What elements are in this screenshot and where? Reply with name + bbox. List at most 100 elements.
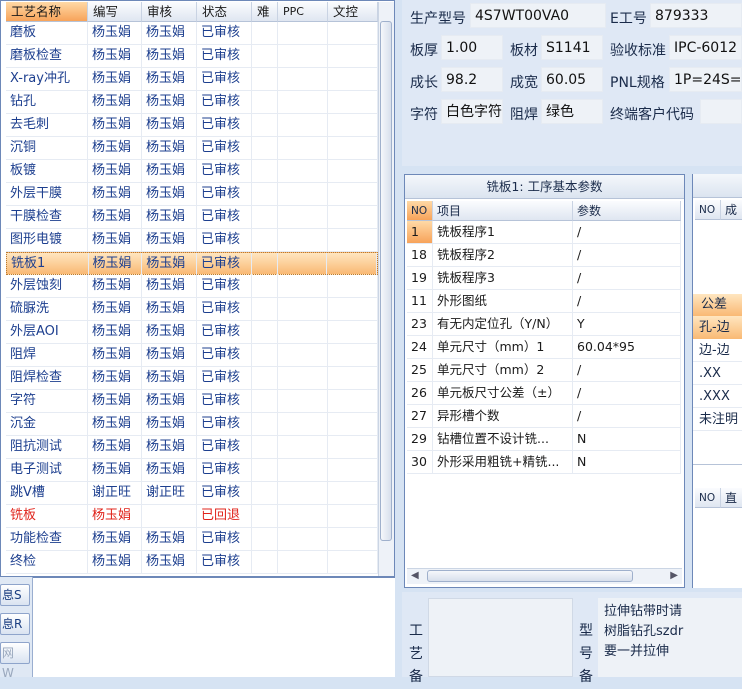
cell-doc-control <box>328 114 378 136</box>
model-remark-box[interactable]: 拉伸钻带时请 树脂钻孔szdr 要一并拉伸 <box>598 598 742 677</box>
process-row[interactable]: 钻孔 杨玉娟 杨玉娟 已审核 <box>6 91 378 114</box>
cell-author: 杨玉娟 <box>88 45 142 67</box>
customer-field[interactable] <box>700 99 742 124</box>
col-reviewer[interactable]: 审核 <box>142 2 197 22</box>
model-field[interactable]: 4S7WT00VA0 <box>470 3 606 28</box>
param-row[interactable]: 26 单元板尺寸公差（±） / <box>407 382 681 405</box>
process-row[interactable]: 板镀 杨玉娟 杨玉娟 已审核 <box>6 160 378 183</box>
cell-difficulty <box>252 367 278 389</box>
col-doc-control[interactable]: 文控 <box>328 2 378 22</box>
process-row[interactable]: 磨板 杨玉娟 杨玉娟 已审核 <box>6 22 378 45</box>
col-difficulty[interactable]: 难 <box>252 2 278 22</box>
param-no: 18 <box>407 244 433 266</box>
param-no: 25 <box>407 359 433 381</box>
param-row[interactable]: 30 外形采用粗铣+精铣... N <box>407 451 681 474</box>
char-field[interactable]: 白色字符 <box>441 99 503 124</box>
param-row[interactable]: 11 外形图纸 / <box>407 290 681 313</box>
side-button-r[interactable]: 息R <box>0 613 30 635</box>
right-panel-header-1: NO 成 <box>695 200 742 220</box>
process-row[interactable]: 电子测试 杨玉娟 杨玉娟 已审核 <box>6 459 378 482</box>
cell-doc-control <box>328 482 378 504</box>
cell-reviewer: 杨玉娟 <box>142 275 197 297</box>
param-no: 26 <box>407 382 433 404</box>
cell-status: 已审核 <box>197 551 252 573</box>
process-row[interactable]: 铣板 杨玉娟 已回退 <box>6 505 378 528</box>
process-row[interactable]: 图形电镀 杨玉娟 杨玉娟 已审核 <box>6 229 378 252</box>
right-col-text-2[interactable]: 直 <box>721 488 742 508</box>
col-process-name[interactable]: 工艺名称 <box>6 2 88 22</box>
param-row[interactable]: 23 有无内定位孔（Y/N） Y <box>407 313 681 336</box>
col-author[interactable]: 编写 <box>88 2 142 22</box>
cell-process-name: 沉金 <box>6 413 88 435</box>
process-row[interactable]: 阻抗测试 杨玉娟 杨玉娟 已审核 <box>6 436 378 459</box>
cell-doc-control <box>328 367 378 389</box>
material-field[interactable]: S1141 <box>541 35 603 60</box>
param-row[interactable]: 24 单元尺寸（mm）1 60.04*95 <box>407 336 681 359</box>
tolerance-row[interactable]: 边-边 <box>693 339 742 362</box>
process-row[interactable]: 跳V槽 谢正旺 谢正旺 已审核 <box>6 482 378 505</box>
process-grid-scroll-thumb[interactable] <box>380 21 392 541</box>
tolerance-row[interactable]: 孔-边 <box>693 316 742 339</box>
cell-reviewer: 杨玉娟 <box>142 390 197 412</box>
param-row[interactable]: 25 单元尺寸（mm）2/ <box>407 359 681 382</box>
mask-label: 阻焊 <box>510 107 538 123</box>
process-row[interactable]: 字符 杨玉娟 杨玉娟 已审核 <box>6 390 378 413</box>
col-status[interactable]: 状态 <box>197 2 252 22</box>
param-item: 铣板程序3 <box>433 267 573 289</box>
param-row[interactable]: 27 异形槽个数 / <box>407 405 681 428</box>
right-col-text-1[interactable]: 成 <box>721 200 742 220</box>
process-row[interactable]: 去毛刺 杨玉娟 杨玉娟 已审核 <box>6 114 378 137</box>
process-row[interactable]: 外层AOI 杨玉娟 杨玉娟 已审核 <box>6 321 378 344</box>
mask-field[interactable]: 绿色 <box>541 99 603 124</box>
right-col-no-2[interactable]: NO <box>695 488 721 508</box>
param-value: / <box>573 267 681 289</box>
param-row[interactable]: 19 铣板程序3/ <box>407 267 681 290</box>
col-no[interactable]: NO <box>407 201 433 221</box>
cell-process-name: 干膜检查 <box>6 206 88 228</box>
process-row[interactable]: 沉铜 杨玉娟 杨玉娟 已审核 <box>6 137 378 160</box>
width-field[interactable]: 60.05 <box>541 67 603 92</box>
process-row[interactable]: 外层干膜 杨玉娟 杨玉娟 已审核 <box>6 183 378 206</box>
scroll-right-icon[interactable]: ▶ <box>670 570 678 581</box>
process-row[interactable]: 沉金 杨玉娟 杨玉娟 已审核 <box>6 413 378 436</box>
process-grid[interactable]: 工艺名称 编写 审核 状态 难 PPC 文控 磨板 杨玉娟 杨玉娟 已审核 磨板检查 杨玉… <box>0 0 395 577</box>
tolerance-row[interactable]: .XXX <box>693 385 742 408</box>
col-ppc[interactable]: PPC <box>278 2 328 22</box>
param-row[interactable]: 1 铣板程序1/ <box>407 221 681 244</box>
process-row[interactable]: 终检 杨玉娟 杨玉娟 已审核 <box>6 551 378 574</box>
params-h-scroll-thumb[interactable] <box>427 570 633 582</box>
tolerance-row[interactable]: 未注明 <box>693 408 742 431</box>
length-field[interactable]: 98.2 <box>441 67 503 92</box>
pnl-field[interactable]: 1P=24S=1 <box>669 67 742 92</box>
cell-process-name: 硫脲洗 <box>6 298 88 320</box>
scroll-left-icon[interactable]: ◀ <box>411 570 419 581</box>
eno-field[interactable]: 879333 <box>650 3 742 28</box>
thickness-field[interactable]: 1.00 <box>441 35 503 60</box>
process-row[interactable]: 外层蚀刻 杨玉娟 杨玉娟 已审核 <box>6 275 378 298</box>
process-row[interactable]: 磨板检查 杨玉娟 杨玉娟 已审核 <box>6 45 378 68</box>
col-item[interactable]: 项目 <box>433 201 573 221</box>
process-row[interactable]: 干膜检查 杨玉娟 杨玉娟 已审核 <box>6 206 378 229</box>
standard-field[interactable]: IPC-6012 I <box>669 35 742 60</box>
cell-author: 杨玉娟 <box>88 344 142 366</box>
cell-difficulty <box>252 390 278 412</box>
process-remark-box[interactable] <box>428 598 573 677</box>
process-row[interactable]: 阻焊检查 杨玉娟 杨玉娟 已审核 <box>6 367 378 390</box>
cell-ppc <box>278 321 328 343</box>
side-button-s[interactable]: 息S <box>0 584 30 606</box>
col-param[interactable]: 参数 <box>573 201 681 221</box>
process-row[interactable]: X-ray冲孔 杨玉娟 杨玉娟 已审核 <box>6 68 378 91</box>
process-row[interactable]: 功能检查 杨玉娟 杨玉娟 已审核 <box>6 528 378 551</box>
param-row[interactable]: 18 铣板程序2/ <box>407 244 681 267</box>
process-row[interactable]: 铣板1 杨玉娟 杨玉娟 已审核 <box>6 252 378 275</box>
remarks-area: 工艺备 型号备 拉伸钻带时请 树脂钻孔szdr 要一并拉伸 <box>402 592 742 685</box>
param-row[interactable]: 29 钻槽位置不设计铣... N <box>407 428 681 451</box>
side-button-w[interactable]: 网 W <box>0 642 30 680</box>
process-row[interactable]: 硫脲洗 杨玉娟 杨玉娟 已审核 <box>6 298 378 321</box>
cell-process-name: 图形电镀 <box>6 229 88 251</box>
tolerance-row[interactable]: .XX <box>693 362 742 385</box>
process-row[interactable]: 阻焊 杨玉娟 杨玉娟 已审核 <box>6 344 378 367</box>
cell-author: 杨玉娟 <box>88 275 142 297</box>
cell-author: 杨玉娟 <box>88 505 142 527</box>
right-col-no-1[interactable]: NO <box>695 200 721 220</box>
